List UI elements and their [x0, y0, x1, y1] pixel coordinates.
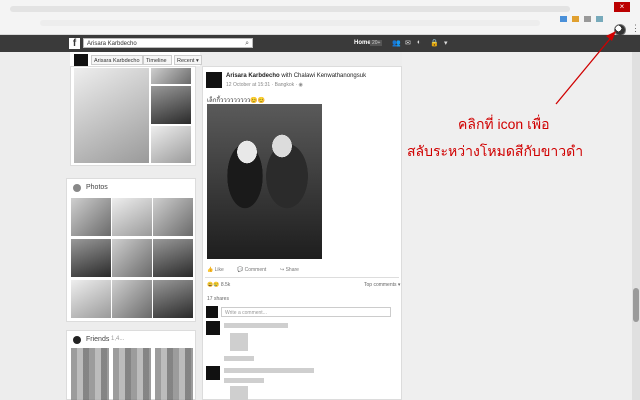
annotation-arrow	[555, 31, 616, 105]
annotation-line-2: สลับระหว่างโหมดสีกับขาวดำ	[407, 143, 584, 159]
annotation-line-1: คลิกที่ icon เพื่อ	[458, 116, 550, 132]
